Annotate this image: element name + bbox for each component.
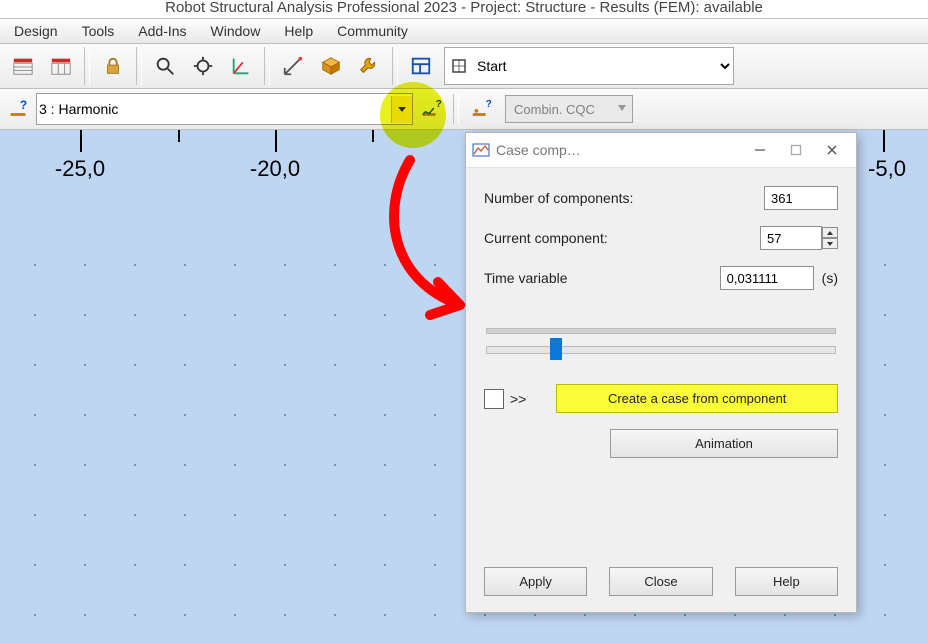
current-component-label: Current component: — [484, 230, 760, 246]
current-component-input[interactable] — [760, 226, 822, 250]
tool-layout-icon[interactable] — [404, 49, 438, 83]
svg-text:?: ? — [20, 98, 27, 112]
menu-tools[interactable]: Tools — [70, 19, 127, 43]
advance-checkbox-label: >> — [510, 391, 526, 407]
main-toolbar: Start — [0, 44, 928, 89]
tool-table-b-icon[interactable] — [44, 49, 78, 83]
load-case-dropdown-icon[interactable] — [391, 96, 412, 123]
ncomponents-input[interactable] — [764, 186, 838, 210]
time-variable-label: Time variable — [484, 270, 720, 286]
current-component-spin-up[interactable] — [822, 227, 838, 238]
menu-addins[interactable]: Add-Ins — [126, 19, 198, 43]
menu-design[interactable]: Design — [2, 19, 70, 43]
menu-help[interactable]: Help — [272, 19, 325, 43]
svg-text:?: ? — [486, 99, 492, 110]
menu-window[interactable]: Window — [199, 19, 273, 43]
tool-axes-icon[interactable] — [224, 49, 258, 83]
menu-bar: Design Tools Add-Ins Window Help Communi… — [0, 18, 928, 44]
layout-selector[interactable]: Start — [444, 47, 734, 85]
dialog-title: Case comp… — [496, 142, 581, 158]
ncomponents-label: Number of components: — [484, 190, 764, 206]
tool-table-a-icon[interactable] — [6, 49, 40, 83]
ruler-tick-label: -20,0 — [250, 156, 300, 182]
time-unit-label: (s) — [822, 270, 838, 286]
slider-scale — [486, 328, 836, 334]
slider-thumb[interactable] — [550, 338, 562, 360]
current-component-spin-down[interactable] — [822, 238, 838, 249]
app-title: Robot Structural Analysis Professional 2… — [0, 0, 928, 15]
animation-button[interactable]: Animation — [610, 429, 838, 458]
svg-text:?: ? — [436, 99, 442, 110]
minimize-button[interactable] — [742, 136, 778, 164]
component-slider[interactable] — [486, 346, 836, 354]
layout-select[interactable]: Start — [473, 51, 733, 81]
case-help-icon[interactable]: ? — [4, 95, 32, 123]
case-toolbar: ? ? ? Combin. CQC — [0, 89, 928, 130]
dialog-icon — [472, 141, 490, 159]
combination-select: Combin. CQC — [505, 95, 633, 123]
dialog-titlebar[interactable]: Case comp… — [466, 133, 856, 168]
tool-wrench-icon[interactable] — [352, 49, 386, 83]
tool-cube-icon[interactable] — [314, 49, 348, 83]
structure-icon — [445, 52, 473, 80]
advance-checkbox[interactable] — [484, 389, 504, 409]
help-button[interactable]: Help — [735, 567, 838, 596]
tool-lock-icon[interactable] — [96, 49, 130, 83]
load-case-selector[interactable] — [36, 93, 413, 125]
create-case-button[interactable]: Create a case from component — [556, 384, 838, 413]
tool-measure-icon[interactable] — [276, 49, 310, 83]
case-component-button[interactable]: ? — [415, 94, 447, 124]
close-dialog-button[interactable]: Close — [609, 567, 712, 596]
apply-button[interactable]: Apply — [484, 567, 587, 596]
tool-zoom-icon[interactable] — [148, 49, 182, 83]
ruler-tick-label: -25,0 — [55, 156, 105, 182]
close-button[interactable] — [814, 136, 850, 164]
combination-label: Combin. CQC — [514, 102, 595, 117]
tool-zoom-all-icon[interactable] — [186, 49, 220, 83]
maximize-button[interactable] — [778, 136, 814, 164]
case-component-dialog: Case comp… Number of components: Current… — [465, 132, 857, 613]
menu-community[interactable]: Community — [325, 19, 420, 43]
ruler-tick-label: -5,0 — [868, 156, 906, 182]
case-component-alt-button[interactable]: ? — [465, 94, 497, 124]
load-case-input[interactable] — [37, 95, 391, 124]
time-variable-input[interactable] — [720, 266, 814, 290]
